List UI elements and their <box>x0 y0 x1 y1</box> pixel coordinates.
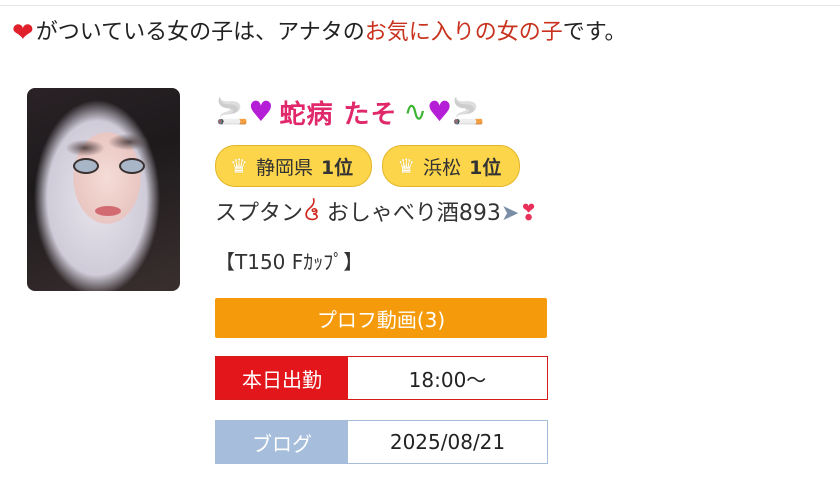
pink-heart-icon: ❣ <box>519 201 538 226</box>
rank-badge-prefecture[interactable]: ♛ 静岡県 1位 <box>215 145 373 187</box>
today-work-time: 18:00～ <box>348 357 547 399</box>
crown-icon: ♛ <box>397 154 416 178</box>
shark-icon: ➤ <box>500 201 520 226</box>
rank-area: 浜松 <box>423 156 462 179</box>
today-work-label: 本日出勤 <box>216 357 348 399</box>
favorite-notice: ❤ がついている女の子は、アナタの お気に入りの女の子 です。 <box>12 18 627 48</box>
smoking-icon: 🚬 <box>216 97 249 127</box>
cast-name[interactable]: 蛇病 たそ <box>279 94 397 131</box>
blog-row[interactable]: ブログ 2025/08/21 <box>215 420 548 464</box>
crown-icon: ♛ <box>230 154 248 178</box>
smoking-icon: 🚬 <box>452 97 485 127</box>
purple-heart-icon: ♥ <box>427 95 453 128</box>
blog-label: ブログ <box>216 421 348 463</box>
rank-area: 静岡県 <box>255 156 313 179</box>
purple-heart-icon: ♥ <box>248 95 274 128</box>
devil-icon: ᪕ <box>303 201 320 226</box>
tagline-part1: スプタン <box>215 201 304 226</box>
tagline-part2: おしゃべり酒893 <box>326 201 501 226</box>
cast-photo[interactable] <box>27 88 180 291</box>
cast-spec: 【T150 Fｶｯﾌﾟ】 <box>215 250 364 274</box>
heart-icon: ❤ <box>12 18 34 48</box>
notice-text-after: です。 <box>562 20 627 45</box>
blog-date: 2025/08/21 <box>348 421 547 463</box>
photo-detail <box>73 158 99 174</box>
snake-icon: ∿ <box>403 95 428 128</box>
rank-number: 1位 <box>320 156 354 179</box>
top-divider <box>0 5 840 6</box>
cast-tagline: スプタン᪕ おしゃべり酒893➤❣ <box>215 198 538 230</box>
notice-text-before: がついている女の子は、アナタの <box>35 20 365 45</box>
notice-highlight: お気に入りの女の子 <box>364 20 563 45</box>
cast-name-row[interactable]: 🚬 ♥ 蛇病 たそ ∿ ♥ 🚬 <box>216 92 485 132</box>
today-work-row[interactable]: 本日出勤 18:00～ <box>215 356 548 400</box>
rank-number: 1位 <box>469 156 502 179</box>
photo-detail <box>119 158 145 174</box>
rank-badges: ♛ 静岡県 1位 ♛ 浜松 1位 <box>215 145 521 187</box>
rank-badge-city[interactable]: ♛ 浜松 1位 <box>382 145 521 187</box>
photo-detail <box>95 206 121 216</box>
profile-video-button[interactable]: プロフ動画(3) <box>215 298 547 338</box>
